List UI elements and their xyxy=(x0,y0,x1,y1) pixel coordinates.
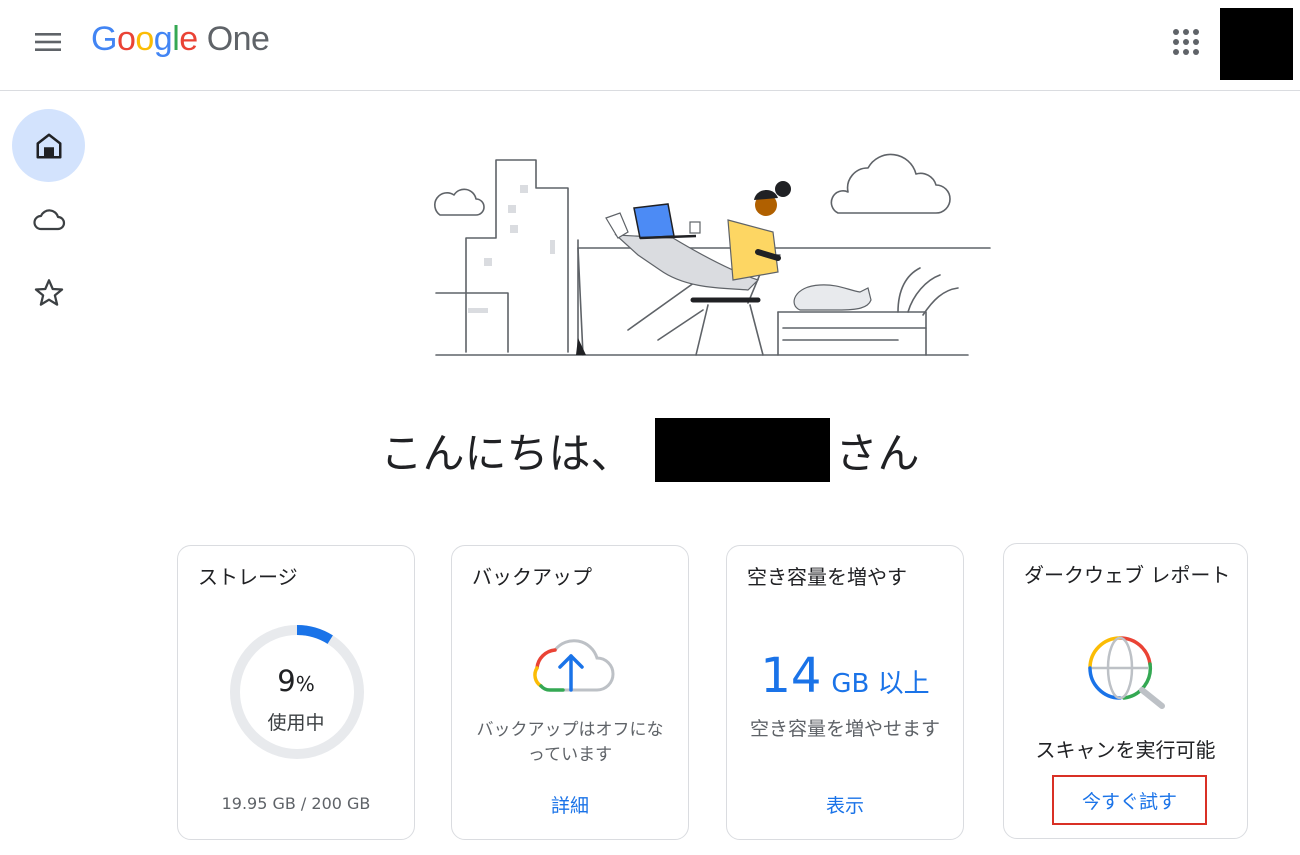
nav-benefits[interactable] xyxy=(12,256,85,329)
google-apps-button[interactable] xyxy=(1164,20,1208,64)
free-space-description: 空き容量を増やせます xyxy=(749,718,940,740)
storage-card[interactable]: ストレージ 9% 使用中 19.95 GB / 200 GB xyxy=(177,545,415,840)
menu-icon xyxy=(35,33,61,51)
storage-card-title: ストレージ xyxy=(198,565,298,589)
backup-status-line: バックアップはオフにな xyxy=(476,720,664,740)
storage-percent-sign: % xyxy=(295,672,315,696)
cloud-upload-icon xyxy=(533,639,615,692)
google-one-logo[interactable]: Google One xyxy=(91,20,270,59)
logo-letter: G xyxy=(91,20,117,58)
backup-card-title: バックアップ xyxy=(472,565,592,589)
hero-illustration xyxy=(434,153,991,356)
backup-status: バックアップはオフにな っています xyxy=(452,718,688,768)
dark-web-status: スキャンを実行可能 xyxy=(1035,738,1216,762)
nav-storage[interactable] xyxy=(12,183,85,256)
greeting-prefix: こんにちは、 xyxy=(380,428,633,478)
dark-web-scan-icon xyxy=(1088,636,1165,709)
apps-grid-icon xyxy=(1173,29,1199,55)
main-menu-button[interactable] xyxy=(26,22,70,62)
storage-detail: 19.95 GB / 200 GB xyxy=(221,794,371,813)
free-space-amount-unit: GB 以上 xyxy=(831,669,930,699)
storage-used-label: 使用中 xyxy=(267,712,325,734)
dark-web-report-card[interactable]: ダークウェブ レポート スキャンを実行可能 今すぐ試す xyxy=(1003,543,1248,839)
logo-letter: g xyxy=(153,20,173,58)
account-avatar[interactable] xyxy=(1220,8,1293,80)
star-icon xyxy=(34,278,63,306)
home-icon xyxy=(36,133,61,158)
greeting-suffix: さん xyxy=(835,428,920,478)
dark-web-card-title: ダークウェブ レポート xyxy=(1024,563,1231,587)
logo-google-wordmark: Google xyxy=(91,20,198,59)
backup-details-link[interactable]: 詳細 xyxy=(452,791,688,818)
free-space-view-link[interactable]: 表示 xyxy=(727,791,963,818)
top-app-bar: Google One xyxy=(0,0,1300,91)
nav-home[interactable] xyxy=(12,109,85,182)
storage-percent: 9% xyxy=(178,664,414,698)
greeting-heading: こんにちは、 さん xyxy=(0,418,1300,482)
free-space-amount: 14 GB 以上 xyxy=(727,648,963,704)
logo-product-name: One xyxy=(206,20,270,58)
try-now-button[interactable]: 今すぐ試す xyxy=(1052,775,1207,825)
free-space-card[interactable]: 空き容量を増やす 14 GB 以上 空き容量を増やせます 表示 xyxy=(726,545,964,840)
logo-letter: e xyxy=(179,20,198,58)
logo-letter: o xyxy=(116,20,136,58)
backup-status-line: っています xyxy=(527,745,613,765)
free-space-card-title: 空き容量を増やす xyxy=(747,565,907,589)
backup-card[interactable]: バックアップ バックアップはオフにな っています 詳細 xyxy=(451,545,689,840)
free-space-amount-value: 14 xyxy=(760,648,822,704)
cloud-icon xyxy=(32,208,65,230)
logo-letter: o xyxy=(135,20,154,58)
storage-percent-value: 9 xyxy=(277,664,296,698)
user-name-redacted xyxy=(654,418,830,482)
